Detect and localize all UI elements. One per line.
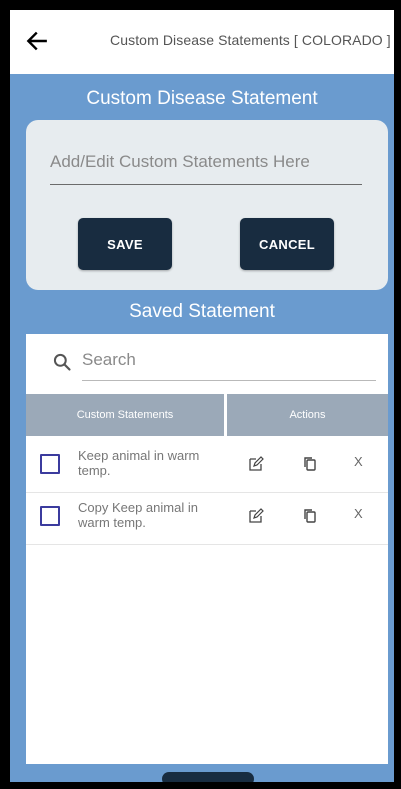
row-checkbox[interactable]: [40, 454, 60, 474]
copy-icon[interactable]: [302, 508, 318, 524]
top-bar: Custom Disease Statements [ COLORADO ]: [10, 10, 394, 74]
app-screen: Custom Disease Statements [ COLORADO ] C…: [10, 10, 394, 782]
editor-card: Add/Edit Custom Statements Here SAVE CAN…: [26, 120, 388, 290]
statement-text: Keep animal in warm temp.: [78, 448, 200, 478]
statement-input[interactable]: Add/Edit Custom Statements Here: [50, 152, 362, 185]
row-checkbox[interactable]: [40, 506, 60, 526]
delete-button[interactable]: X: [354, 506, 363, 521]
cancel-button[interactable]: CANCEL: [240, 218, 334, 270]
statement-input-placeholder: Add/Edit Custom Statements Here: [50, 152, 310, 171]
copy-icon[interactable]: [302, 456, 318, 472]
table-header: Custom Statements Actions: [26, 394, 388, 436]
table-row: Copy Keep animal in warm temp. X: [26, 492, 388, 545]
editor-heading: Custom Disease Statement: [86, 88, 318, 109]
save-button[interactable]: SAVE: [78, 218, 172, 270]
column-actions: Actions: [227, 394, 388, 436]
search-input[interactable]: Search: [82, 344, 376, 381]
search-placeholder: Search: [82, 350, 136, 369]
statement-text: Copy Keep animal in warm temp.: [78, 500, 198, 530]
saved-statements-panel: Search Custom Statements Actions Keep an…: [26, 334, 388, 764]
saved-heading: Saved Statement: [129, 301, 275, 322]
home-indicator[interactable]: [162, 772, 254, 782]
column-custom-statements: Custom Statements: [26, 394, 224, 436]
page-title: Custom Disease Statements [ COLORADO ]: [110, 32, 391, 48]
edit-icon[interactable]: [248, 508, 264, 524]
search-icon: [53, 353, 71, 371]
back-arrow-icon[interactable]: [24, 28, 50, 54]
table-row: Keep animal in warm temp. X: [26, 440, 388, 493]
edit-icon[interactable]: [248, 456, 264, 472]
delete-button[interactable]: X: [354, 454, 363, 469]
